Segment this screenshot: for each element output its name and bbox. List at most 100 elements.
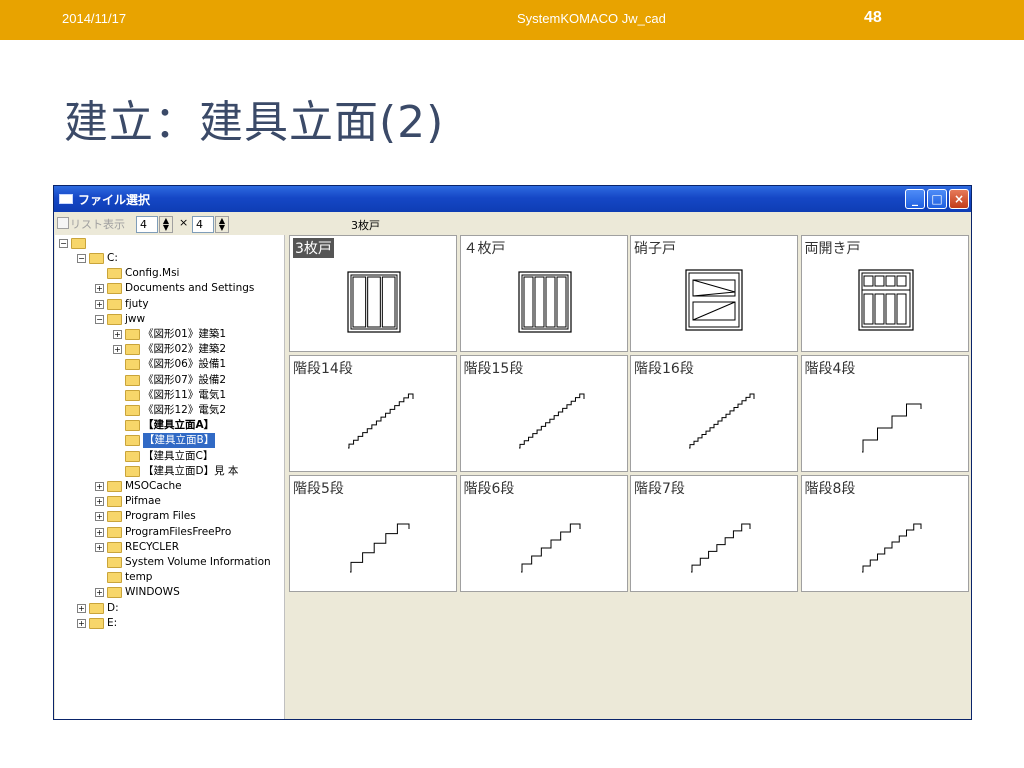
expand-icon[interactable]: +: [95, 542, 104, 552]
thumbnail-cell[interactable]: 階段8段: [800, 475, 969, 592]
folder-tree[interactable]: − − C: Config.Msi + Documents and Settings + f…: [55, 235, 285, 719]
slide-footer-title: SystemKOMACO Jw_cad: [517, 11, 666, 26]
folder-icon: [89, 617, 104, 629]
tree-item-label: 《図形07》設備2: [143, 373, 227, 386]
folder-icon: [125, 420, 140, 432]
columns-stepper[interactable]: ▲ ▼: [159, 216, 173, 233]
window-app-icon: [59, 194, 73, 204]
tree-item-label: Program Files: [125, 510, 196, 523]
thumbnail-cell[interactable]: 階段15段: [459, 355, 628, 472]
thumbnail-label: 階段5段: [293, 481, 344, 497]
tree-item-label: 《図形06》設備1: [143, 358, 227, 371]
thumbnail-label: 階段16段: [634, 361, 694, 377]
tree-item-label: C:: [107, 252, 118, 264]
rows-stepper[interactable]: ▲ ▼: [215, 216, 229, 233]
thumbnail-label: 階段7段: [634, 481, 685, 497]
thumbnail-label: 階段6段: [463, 481, 515, 497]
tree-item-label: 《図形01》建築1: [143, 328, 227, 340]
thumbnail-label: 硝子戸: [634, 241, 676, 257]
folder-icon: [107, 526, 122, 538]
tree-item-label: WINDOWS: [125, 586, 180, 599]
thumbnail-cell[interactable]: 3枚戸: [289, 235, 457, 352]
rows-input[interactable]: 4: [192, 216, 214, 233]
expand-icon[interactable]: +: [95, 527, 104, 537]
thumbnail-label: 3枚戸: [293, 238, 334, 258]
folder-icon: [89, 253, 104, 264]
tree-item-label: ProgramFilesFreePro: [125, 525, 232, 538]
current-file-name: 3枚戸: [351, 219, 380, 232]
thumbnail-cell[interactable]: 階段4段: [800, 355, 969, 472]
list-view-label: リスト表示: [70, 218, 125, 231]
tree-item-label: MSOCache: [125, 480, 182, 492]
window-title: ファイル選択: [78, 193, 151, 207]
folder-icon: [125, 389, 140, 401]
expand-icon[interactable]: +: [113, 330, 122, 339]
maximize-button[interactable]: □: [927, 189, 947, 209]
tree-item-label: RECYCLER: [125, 540, 180, 553]
folder-icon: [125, 405, 140, 416]
folder-icon: [125, 450, 140, 462]
folder-icon: [107, 298, 122, 310]
expand-icon[interactable]: +: [77, 618, 86, 628]
tree-item-label: Pifmae: [125, 495, 161, 508]
expand-icon[interactable]: +: [95, 588, 104, 598]
file-select-window: ファイル選択 _ □ × リスト表示 4 ▲ ▼ × 4 ▲ ▼ 3枚戸 − − C:…: [53, 185, 972, 720]
columns-input[interactable]: 4: [136, 216, 158, 233]
folder-icon: [71, 238, 86, 249]
expand-icon[interactable]: +: [95, 497, 104, 507]
slide-header-bar: 2014/11/17 SystemKOMACO Jw_cad 48: [0, 0, 1024, 40]
thumbnail-cell[interactable]: 硝子戸: [630, 235, 798, 352]
list-view-checkbox[interactable]: [57, 217, 69, 229]
close-button[interactable]: ×: [949, 189, 969, 209]
expand-icon[interactable]: +: [77, 603, 86, 613]
toolbar: リスト表示 4 ▲ ▼ × 4 ▲ ▼ 3枚戸: [54, 213, 971, 235]
folder-icon: [107, 541, 122, 553]
tree-item-label: jww: [125, 312, 146, 325]
tree-item-label: Documents and Settings: [125, 282, 255, 295]
tree-item-label: 《図形11》電気1: [143, 388, 227, 401]
thumbnail-cell[interactable]: 階段14段: [289, 355, 457, 472]
collapse-icon[interactable]: −: [95, 314, 104, 324]
thumbnail-label: 階段14段: [293, 361, 353, 377]
tree-item-label: fjuty: [125, 297, 149, 310]
minimize-button[interactable]: _: [905, 189, 925, 209]
thumbnail-cell[interactable]: 階段6段: [459, 475, 628, 592]
collapse-icon[interactable]: −: [59, 239, 68, 248]
folder-icon: [107, 283, 122, 295]
thumbnail-label: 階段8段: [804, 481, 856, 497]
folder-icon: [107, 496, 122, 508]
tree-item-label: 《図形12》電気2: [143, 404, 227, 416]
folder-icon: [107, 587, 122, 599]
slide-date: 2014/11/17: [62, 11, 127, 26]
thumbnail-cell[interactable]: ４枚戸: [459, 235, 628, 352]
tree-item-label: 【建具立面A】: [143, 419, 215, 432]
folder-icon: [107, 313, 122, 325]
expand-icon[interactable]: +: [95, 512, 104, 522]
thumbnail-label: 階段4段: [804, 361, 856, 377]
folder-icon: [125, 359, 140, 371]
folder-icon: [107, 268, 122, 280]
expand-icon[interactable]: +: [95, 284, 104, 294]
expand-icon[interactable]: +: [113, 345, 122, 355]
thumbnail-cell[interactable]: 両開き戸: [800, 235, 969, 352]
tree-item-label: E:: [107, 616, 118, 629]
tree-item-label: temp: [125, 571, 153, 584]
folder-icon: [125, 435, 140, 447]
thumbnail-label: 階段15段: [463, 361, 524, 377]
folder-icon: [125, 374, 140, 386]
expand-icon[interactable]: +: [95, 482, 104, 491]
folder-icon: [125, 465, 140, 477]
tree-item-label: D:: [107, 601, 119, 614]
thumbnail-cell[interactable]: 階段5段: [289, 475, 457, 592]
thumbnail-cell[interactable]: 階段7段: [630, 475, 798, 592]
folder-icon: [107, 557, 122, 568]
window-titlebar[interactable]: ファイル選択 _ □ ×: [54, 186, 971, 212]
thumbnail-cell[interactable]: 階段16段: [630, 355, 798, 472]
folder-icon: [107, 572, 122, 584]
folder-icon: [89, 602, 104, 614]
folder-icon: [107, 511, 122, 523]
expand-icon[interactable]: +: [95, 299, 104, 309]
slide-page-number: 48: [864, 9, 882, 26]
collapse-icon[interactable]: −: [77, 254, 86, 263]
tree-item-label: 【建具立面B】: [143, 433, 216, 449]
